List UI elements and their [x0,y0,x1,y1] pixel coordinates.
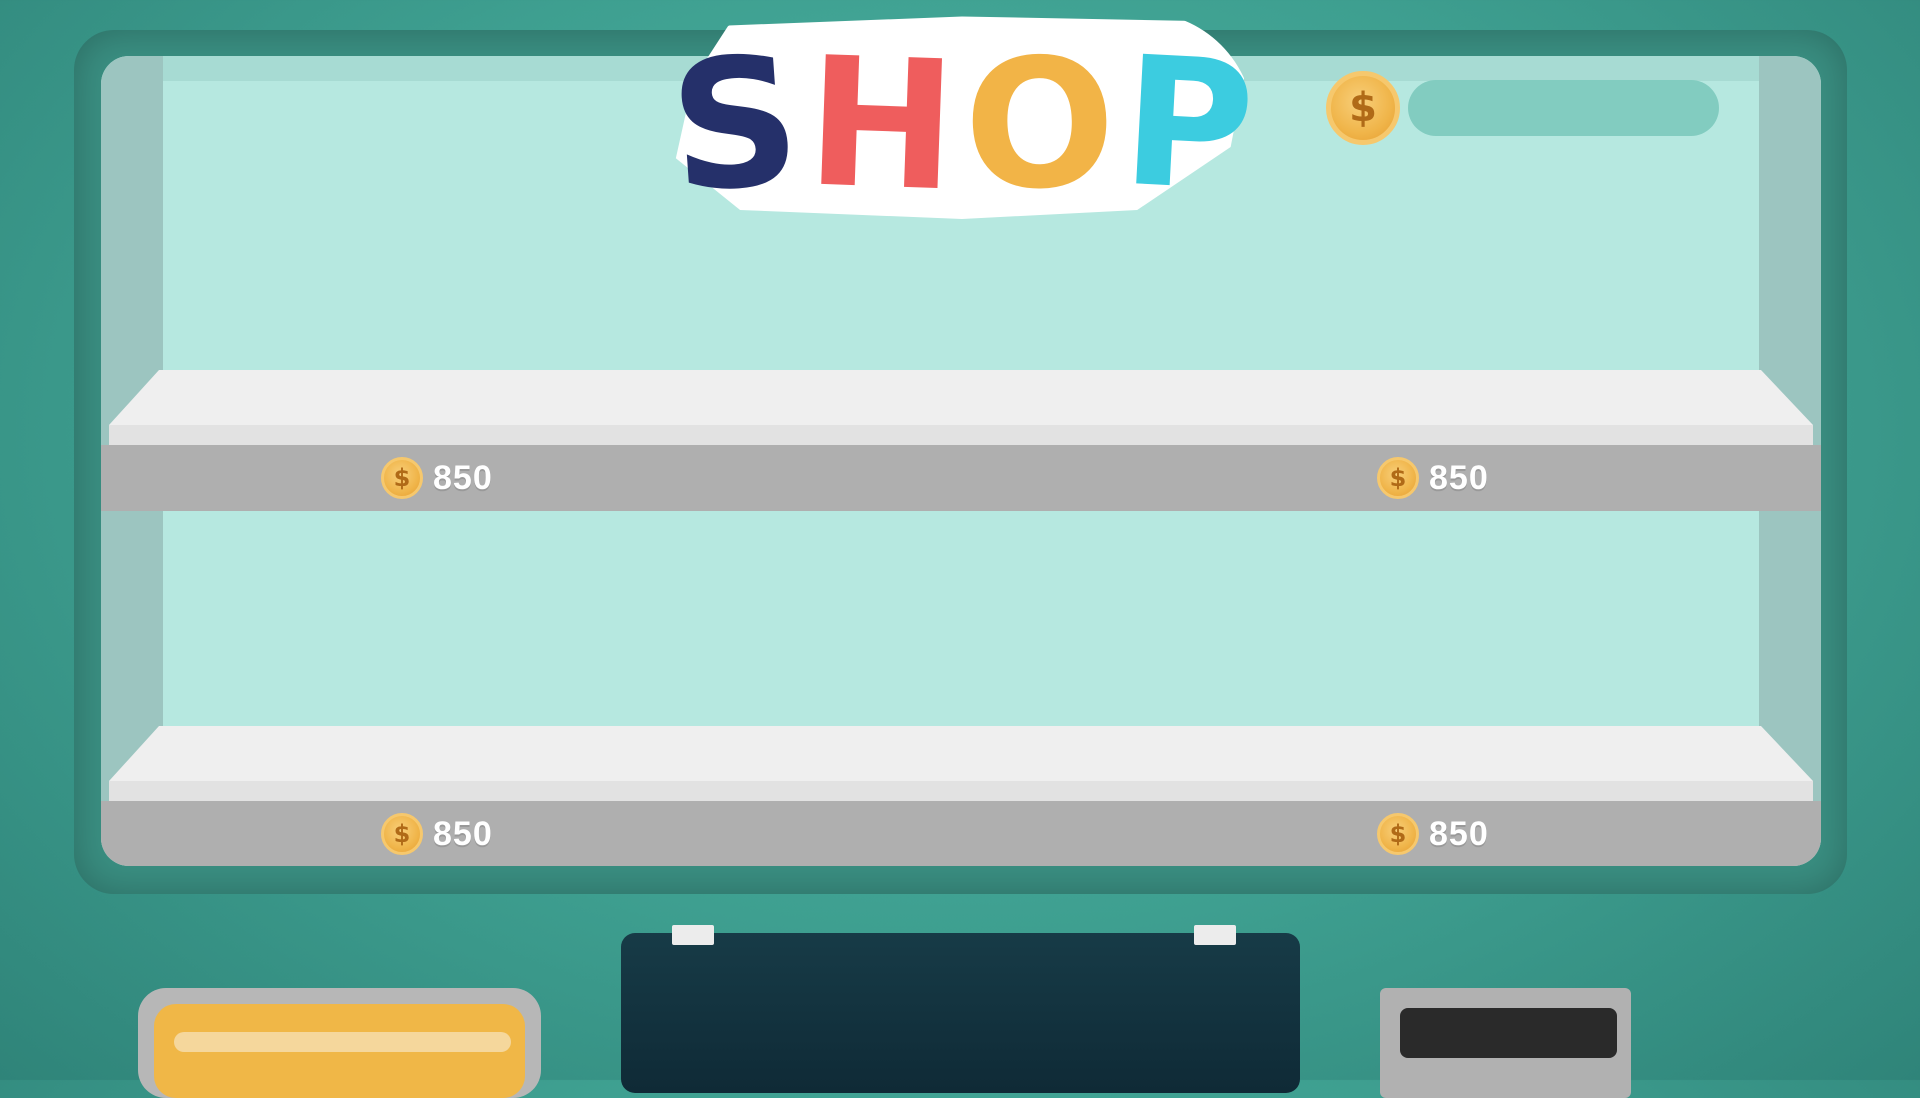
shelf-surface [109,726,1813,781]
coin-icon: $ [381,813,423,855]
price-label: 850 [433,814,493,853]
coin-icon: $ [1377,813,1419,855]
shelf-lip [109,425,1813,445]
balance-bar [1408,80,1719,136]
shelf-lip [109,781,1813,801]
title-letter-p: P [1117,17,1259,231]
coin-slot[interactable] [1380,988,1631,1098]
shelf-front [101,801,1821,866]
shelf-1: $ 850 $ 850 [101,370,1821,511]
shelf-front [101,445,1821,511]
title-letter-o: O [961,19,1117,229]
title-letter-s: S [663,16,806,232]
price-tag[interactable]: $ 850 [1377,457,1489,499]
shelf-surface [109,370,1813,425]
title-letter-h: H [803,17,960,231]
price-tag[interactable]: $ 850 [381,813,493,855]
shelf-2: $ 850 $ 850 [101,726,1821,866]
price-label: 850 [433,458,493,497]
buy-button[interactable] [138,988,541,1098]
slot-hinge-left [672,925,714,945]
price-label: 850 [1429,814,1489,853]
price-tag[interactable]: $ 850 [381,457,493,499]
coin-icon: $ [1326,71,1400,145]
coin-icon: $ [381,457,423,499]
coin-icon: $ [1377,457,1419,499]
shop-title: S H O P [663,12,1258,237]
coin-balance: $ [1326,71,1719,145]
buy-button-highlight [174,1032,511,1052]
price-label: 850 [1429,458,1489,497]
price-tag[interactable]: $ 850 [1377,813,1489,855]
coin-slot-opening [1400,1008,1617,1058]
dispenser-slot[interactable] [621,933,1300,1093]
slot-hinge-right [1194,925,1236,945]
